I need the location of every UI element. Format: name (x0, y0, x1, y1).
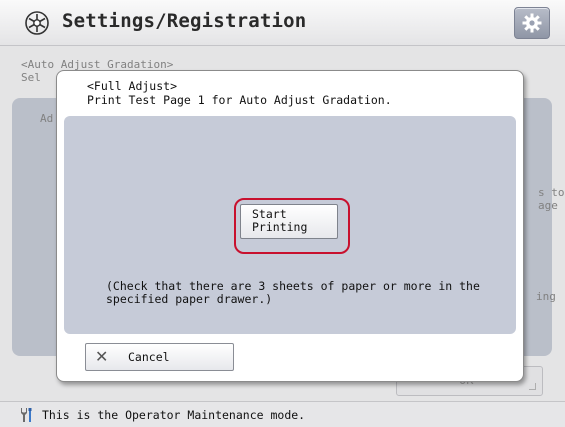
dialog-panel: Start Printing (Check that there are 3 s… (64, 116, 516, 334)
cancel-label: Cancel (128, 350, 170, 364)
close-icon: ✕ (95, 347, 109, 366)
settings-button[interactable] (514, 7, 550, 39)
start-printing-label: Start Printing (252, 207, 308, 234)
dialog-header: <Full Adjust> Print Test Page 1 for Auto… (87, 79, 392, 107)
status-bar: This is the Operator Maintenance mode. (0, 401, 565, 427)
page-title: Settings/Registration (62, 10, 307, 32)
gear-icon (522, 13, 542, 33)
dialog-message: Print Test Page 1 for Auto Adjust Gradat… (87, 93, 392, 107)
cancel-button[interactable]: ✕ Cancel (85, 343, 234, 371)
wrench-icon (21, 408, 32, 422)
dialog-title: <Full Adjust> (87, 79, 178, 93)
settings-registration-icon (25, 11, 49, 35)
paper-check-note: (Check that there are 3 sheets of paper … (106, 279, 480, 306)
start-printing-button[interactable]: Start Printing (240, 204, 338, 239)
screen: Settings/Registration <Auto Adjust Grada… (0, 0, 565, 427)
title-bar: Settings/Registration (0, 0, 565, 46)
full-adjust-dialog: <Full Adjust> Print Test Page 1 for Auto… (56, 70, 524, 382)
status-text: This is the Operator Maintenance mode. (42, 408, 306, 422)
